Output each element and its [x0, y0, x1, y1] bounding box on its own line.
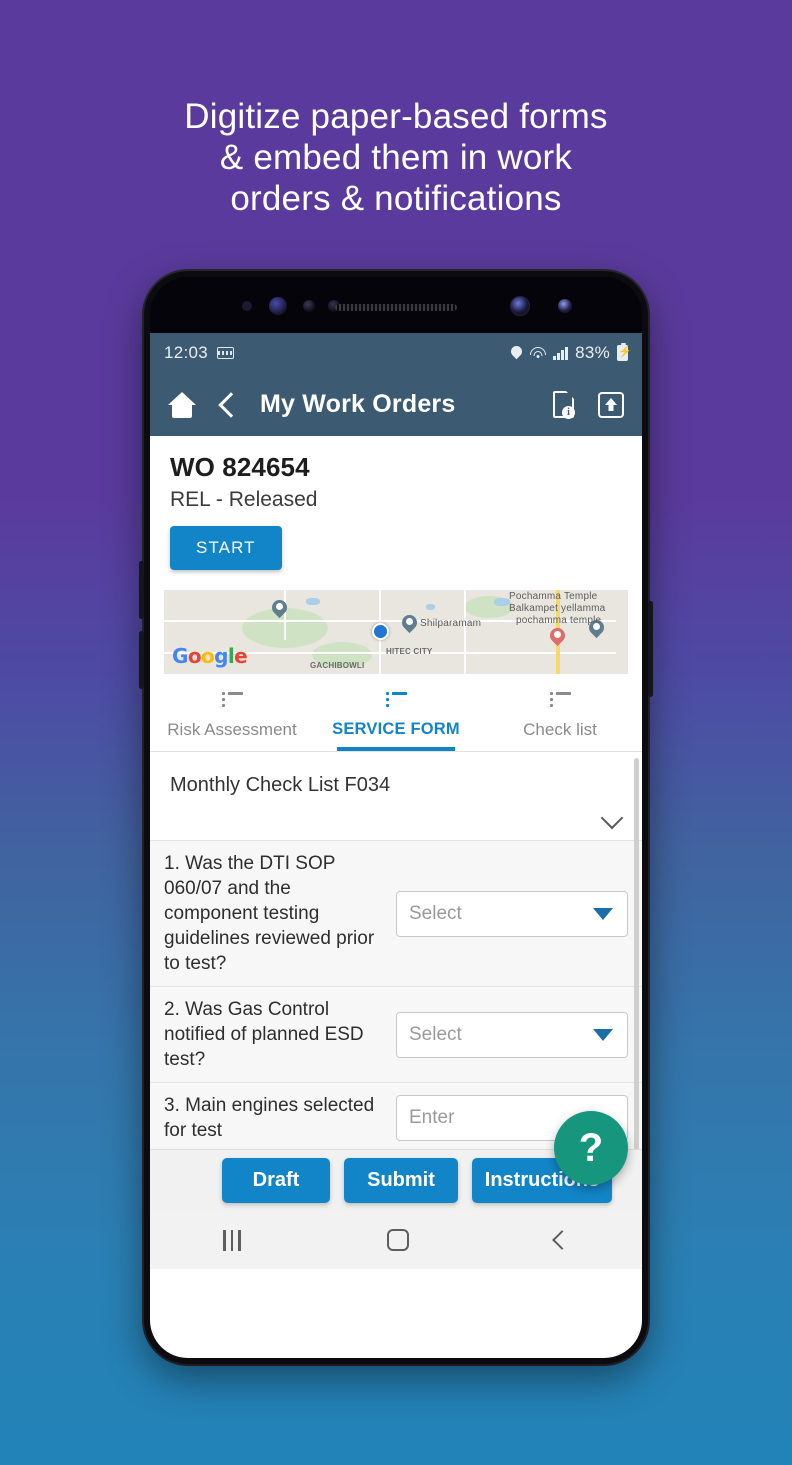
map-label: Pochamma Temple	[509, 591, 598, 602]
start-button[interactable]: START	[170, 526, 282, 570]
tab-label: Check list	[523, 720, 597, 739]
question-text: 3. Main engines selected for test	[164, 1095, 375, 1141]
google-logo: Google	[172, 644, 248, 668]
map-label: HITEC CITY	[386, 647, 433, 656]
wifi-icon	[529, 346, 546, 360]
app-bar: My Work Orders	[150, 373, 642, 436]
google-logo-letter: e	[234, 644, 248, 668]
form-tabs: Risk Assessment SERVICE FORM Check list	[150, 674, 642, 752]
question-text: 2. Was Gas Control notified of planned E…	[164, 999, 364, 1070]
map-water	[426, 604, 435, 610]
back-chevron-icon[interactable]	[552, 1230, 572, 1250]
form-question-row: 2. Was Gas Control notified of planned E…	[150, 986, 642, 1082]
work-order-status: REL - Released	[170, 488, 318, 511]
status-time: 12:03	[164, 343, 209, 362]
help-fab-button[interactable]: ?	[554, 1111, 628, 1185]
google-logo-letter: o	[200, 644, 215, 668]
dropdown-caret-icon	[593, 1028, 613, 1041]
home-icon[interactable]	[168, 391, 196, 418]
map-marker-icon[interactable]	[272, 600, 287, 620]
volume-down-button[interactable]	[139, 631, 144, 689]
headline-line-2: & embed them in work	[219, 138, 573, 177]
back-chevron-icon[interactable]	[218, 391, 244, 418]
map-label: GACHIBOWLI	[310, 661, 365, 670]
submit-button[interactable]: Submit	[344, 1158, 458, 1203]
map-road	[464, 590, 466, 674]
list-icon	[549, 692, 571, 708]
question-select-1[interactable]: Select	[396, 890, 628, 937]
battery-percent-label: 83%	[575, 343, 610, 362]
sensor-dot-icon	[303, 300, 315, 312]
location-pin-icon	[511, 346, 522, 361]
select-placeholder: Select	[409, 1023, 462, 1045]
form-title: Monthly Check List F034	[170, 774, 391, 796]
recents-icon[interactable]	[223, 1229, 241, 1251]
battery-charging-icon	[617, 342, 628, 361]
draft-button[interactable]: Draft	[222, 1158, 330, 1203]
google-logo-letter: g	[214, 644, 228, 668]
earpiece-speaker-icon	[335, 304, 457, 311]
select-placeholder: Select	[409, 902, 462, 924]
form-header[interactable]: Monthly Check List F034	[150, 752, 642, 840]
keyboard-icon	[217, 347, 235, 359]
page-title: My Work Orders	[260, 390, 456, 418]
google-logo-letter: o	[187, 644, 202, 668]
tab-service-form[interactable]: SERVICE FORM	[314, 684, 478, 751]
tab-check-list[interactable]: Check list	[478, 684, 642, 751]
map-label: Balkampet yellamma	[509, 603, 606, 614]
upload-box-icon[interactable]	[598, 391, 624, 418]
power-button[interactable]	[648, 601, 653, 697]
phone-mockup: 12:03 83% My Work Orders	[139, 271, 653, 1364]
front-camera-secondary-icon	[558, 299, 572, 313]
question-select-2[interactable]: Select	[396, 1011, 628, 1058]
cellular-signal-icon	[553, 346, 569, 360]
map-marker-hospital-icon[interactable]	[550, 628, 565, 648]
tab-label: SERVICE FORM	[332, 720, 460, 738]
phone-screen: 12:03 83% My Work Orders	[150, 333, 642, 1358]
headline-line-3: orders & notifications	[230, 179, 562, 218]
android-nav-bar	[150, 1211, 642, 1269]
question-text: 1. Was the DTI SOP 060/07 and the compon…	[164, 853, 375, 974]
chevron-down-icon[interactable]	[600, 806, 624, 830]
list-icon	[385, 692, 407, 708]
headline-line-1: Digitize paper-based forms	[184, 97, 608, 136]
phone-bezel	[150, 277, 642, 333]
home-square-icon[interactable]	[386, 1229, 409, 1251]
document-info-icon[interactable]	[553, 391, 575, 419]
map-label: pochamma temple	[516, 615, 602, 626]
map-label: Shilparamam	[420, 618, 482, 629]
map-water	[494, 598, 510, 606]
list-icon	[221, 692, 243, 708]
tab-risk-assessment[interactable]: Risk Assessment	[150, 684, 314, 751]
map-water	[306, 598, 320, 605]
work-order-number: WO 824654	[170, 452, 310, 482]
status-bar: 12:03 83%	[150, 333, 642, 373]
tab-label: Risk Assessment	[167, 720, 297, 739]
proximity-sensor-icon	[269, 297, 287, 315]
work-order-summary: WO 824654 REL - Released START	[150, 436, 642, 584]
dropdown-caret-icon	[593, 907, 613, 920]
current-location-dot	[372, 623, 389, 640]
map-marker-icon[interactable]	[402, 615, 417, 635]
service-form-panel: Monthly Check List F034 1. Was the DTI S…	[150, 752, 642, 1211]
sensor-dot-icon	[242, 301, 252, 311]
input-placeholder: Enter	[409, 1107, 455, 1128]
location-map[interactable]: Shilparamam HITEC CITY GACHIBOWLI Pocham…	[164, 590, 628, 674]
google-logo-letter: G	[172, 644, 188, 668]
page-headline: Digitize paper-based forms & embed them …	[0, 96, 792, 219]
front-camera-icon	[510, 296, 530, 316]
volume-up-button[interactable]	[139, 561, 144, 619]
form-question-row: 1. Was the DTI SOP 060/07 and the compon…	[150, 840, 642, 986]
